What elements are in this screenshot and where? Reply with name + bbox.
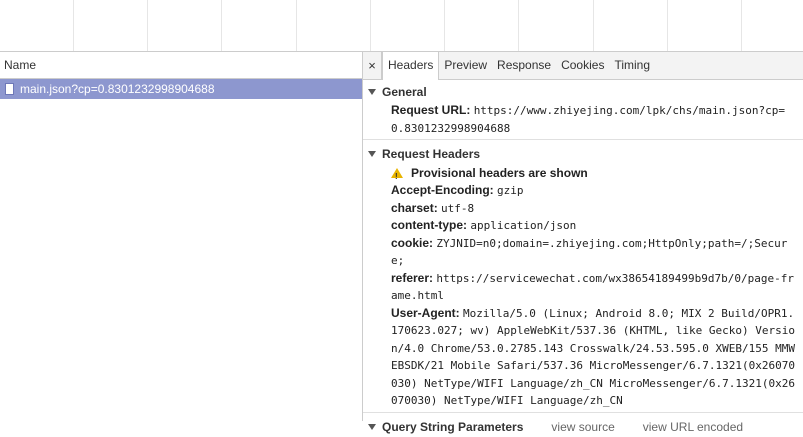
grid-line: [518, 0, 519, 51]
details-tabbar: × Headers Preview Response Cookies Timin…: [363, 52, 803, 80]
warning-text: Provisional headers are shown: [411, 166, 588, 180]
header-key: charset:: [391, 200, 438, 215]
provisional-warning: Provisional headers are shown: [363, 164, 803, 186]
timeline-overview[interactable]: [0, 0, 803, 52]
header-row: charset: utf-8: [363, 200, 803, 218]
header-value: utf-8: [441, 201, 475, 215]
request-url: Request URL: https://www.zhiyejing.com/l…: [363, 102, 803, 137]
header-row: cookie: ZYJNID=n0;domain=.zhiyejing.com;…: [363, 235, 803, 270]
header-value: gzip: [497, 184, 524, 197]
header-value: ZYJNID=n0;domain=.zhiyejing.com;HttpOnly…: [391, 236, 788, 268]
header-value: application/json: [470, 219, 577, 232]
header-key: Accept-Encoding:: [391, 183, 494, 197]
request-headers-section-toggle[interactable]: Request Headers: [363, 144, 803, 164]
query-string-section-toggle[interactable]: Query String Parameters view source view…: [363, 417, 803, 437]
tab-headers[interactable]: Headers: [382, 52, 440, 80]
request-list-pane: Name main.json?cp=0.8301232998904688: [0, 52, 363, 421]
tab-timing[interactable]: Timing: [609, 52, 655, 79]
header-key: content-type:: [391, 218, 467, 232]
triangle-down-icon: [368, 151, 376, 157]
header-row: referer: https://servicewechat.com/wx386…: [363, 270, 803, 305]
header-row: content-type: application/json: [363, 217, 803, 235]
header-value: https://servicewechat.com/wx38654189499b…: [391, 271, 794, 303]
header-value: Mozilla/5.0 (Linux; Android 8.0; MIX 2 B…: [391, 306, 795, 408]
view-source-link[interactable]: view source: [551, 417, 614, 437]
header-row: User-Agent: Mozilla/5.0 (Linux; Android …: [363, 305, 803, 410]
tab-response[interactable]: Response: [492, 52, 556, 79]
request-name: main.json?cp=0.8301232998904688: [20, 82, 215, 96]
grid-line: [221, 0, 222, 51]
name-column-header[interactable]: Name: [0, 52, 362, 79]
headers-content: General Request URL: https://www.zhiyeji…: [363, 82, 803, 437]
divider: [363, 139, 803, 140]
triangle-down-icon: [368, 89, 376, 95]
header-row: Accept-Encoding: gzip: [363, 182, 803, 200]
grid-line: [444, 0, 445, 51]
close-icon[interactable]: ×: [363, 52, 382, 79]
header-key: cookie:: [391, 235, 434, 250]
triangle-down-icon: [368, 423, 376, 430]
details-pane: × Headers Preview Response Cookies Timin…: [363, 52, 803, 434]
grid-line: [593, 0, 594, 51]
grid-line: [147, 0, 148, 51]
request-headers-title: Request Headers: [382, 147, 481, 161]
grid-line: [73, 0, 74, 51]
request-url-label: Request URL:: [391, 103, 471, 117]
grid-line: [667, 0, 668, 51]
file-icon: [5, 83, 14, 95]
header-key: referer:: [391, 270, 434, 285]
tab-cookies[interactable]: Cookies: [556, 52, 609, 79]
request-row[interactable]: main.json?cp=0.8301232998904688: [0, 79, 362, 99]
grid-line: [741, 0, 742, 51]
view-url-encoded-link[interactable]: view URL encoded: [643, 417, 743, 437]
query-string-title: Query String Parameters: [382, 419, 524, 434]
header-key: User-Agent:: [391, 305, 460, 320]
divider: [363, 411, 803, 413]
grid-line: [370, 0, 371, 51]
tab-preview[interactable]: Preview: [439, 52, 492, 79]
general-title: General: [382, 85, 427, 99]
warning-icon: [391, 168, 403, 186]
grid-line: [296, 0, 297, 51]
general-section-toggle[interactable]: General: [363, 82, 803, 102]
